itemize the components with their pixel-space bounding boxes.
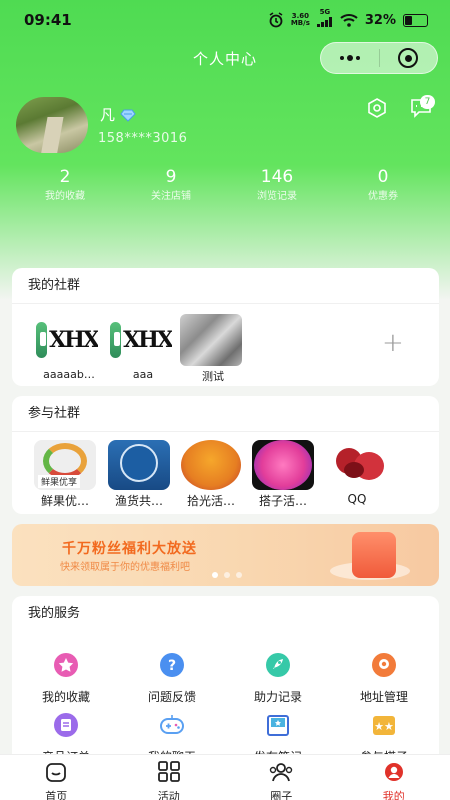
close-program-button[interactable]	[380, 43, 438, 73]
group-item[interactable]: 测试	[178, 314, 244, 384]
my-groups-card: 我的社群 XHX aaaaab… XHX aaa 测试 +	[12, 268, 439, 386]
joined-group-item[interactable]: 拾光活…	[176, 440, 246, 509]
network-speed: 3.60 MB/s	[290, 12, 310, 27]
status-bar: 09:41 3.60 MB/s 5G 32%	[0, 0, 450, 40]
stat-favorites[interactable]: 2 我的收藏	[12, 166, 118, 204]
book-icon	[267, 715, 289, 736]
user-phone: 158****3016	[98, 131, 188, 146]
group-logo: XHX	[36, 314, 98, 366]
group-image	[180, 440, 242, 490]
stats-row: 2 我的收藏 9 关注店铺 146 浏览记录 0 优惠券	[0, 166, 450, 204]
settings-icon[interactable]	[366, 97, 388, 119]
group-item[interactable]: XHX aaa	[108, 314, 174, 381]
group-logo: XHX	[110, 314, 172, 366]
rocket-icon	[266, 653, 290, 677]
gamepad-icon	[160, 715, 184, 734]
home-icon	[46, 763, 67, 782]
signal-icon	[316, 17, 332, 27]
question-icon: ?	[160, 653, 184, 677]
gift-box-icon	[352, 532, 396, 578]
status-time: 09:41	[24, 11, 72, 29]
alarm-icon	[269, 12, 283, 28]
joined-group-item[interactable]: 搭子活…	[248, 440, 318, 509]
profile-icon	[384, 763, 403, 781]
stat-followed-shops[interactable]: 9 关注店铺	[118, 166, 224, 204]
tab-bar: 首页 活动 圈子 我的	[0, 754, 450, 800]
more-icon	[339, 55, 360, 61]
group-image	[108, 440, 170, 490]
joined-group-item[interactable]: 鲜果优享 鲜果优…	[30, 440, 100, 509]
service-boost-record[interactable]: 助力记录	[228, 652, 328, 705]
battery-icon	[403, 13, 428, 27]
joined-group-item[interactable]: 渔货共…	[104, 440, 174, 509]
message-badge: 7	[420, 95, 435, 109]
network-indicator: 5G	[316, 9, 333, 31]
people-icon	[270, 763, 293, 782]
add-group-button[interactable]: +	[382, 328, 404, 358]
wifi-icon	[340, 14, 358, 27]
banner-title: 千万粉丝福利大放送	[62, 541, 197, 557]
my-groups-title: 我的社群	[12, 268, 439, 304]
star-icon	[54, 653, 78, 677]
tab-activity[interactable]: 活动	[113, 755, 226, 800]
group-item[interactable]: XHX aaaaab…	[34, 314, 100, 381]
banner-subtitle: 快来领取属于你的优惠福利吧	[60, 562, 190, 573]
group-image: 鲜果优享	[34, 440, 96, 490]
banner-pagination[interactable]	[212, 572, 242, 578]
service-feedback[interactable]: ? 问题反馈	[122, 652, 222, 705]
service-address[interactable]: 地址管理	[334, 652, 434, 705]
group-image	[252, 440, 314, 490]
partner-icon: ★★	[373, 716, 395, 735]
user-name: 凡	[100, 106, 116, 124]
mini-program-capsule	[320, 42, 438, 74]
location-icon	[372, 653, 396, 677]
svg-text:★★: ★★	[374, 720, 394, 733]
svg-text:?: ?	[168, 658, 176, 674]
group-image	[180, 314, 242, 366]
joined-groups-title: 参与社群	[12, 396, 439, 432]
grid-icon	[157, 761, 180, 782]
battery-text: 32%	[364, 12, 396, 28]
group-image	[326, 440, 388, 490]
joined-group-item[interactable]: QQ	[322, 440, 392, 506]
stat-coupons[interactable]: 0 优惠券	[330, 166, 436, 204]
order-icon	[54, 713, 78, 737]
services-title: 我的服务	[28, 606, 81, 621]
target-icon	[398, 48, 419, 68]
promo-banner[interactable]: 千万粉丝福利大放送 快来领取属于你的优惠福利吧	[12, 524, 439, 586]
stat-history[interactable]: 146 浏览记录	[224, 166, 330, 204]
more-button[interactable]	[321, 43, 379, 73]
tab-home[interactable]: 首页	[0, 755, 113, 800]
service-favorites[interactable]: 我的收藏	[16, 652, 116, 705]
vip-badge-icon	[120, 109, 136, 122]
tab-mine[interactable]: 我的	[338, 755, 450, 800]
avatar[interactable]	[16, 97, 88, 153]
user-name-row: 凡	[100, 104, 137, 125]
joined-groups-card: 参与社群 鲜果优享 鲜果优… 渔货共… 拾光活… 搭子活… QQ	[12, 396, 439, 514]
tab-circle[interactable]: 圈子	[225, 755, 338, 800]
services-card: 我的服务 我的收藏 ? 问题反馈 助力记录 地址管理 产品订单 我的聊天 发布笔…	[12, 596, 439, 766]
